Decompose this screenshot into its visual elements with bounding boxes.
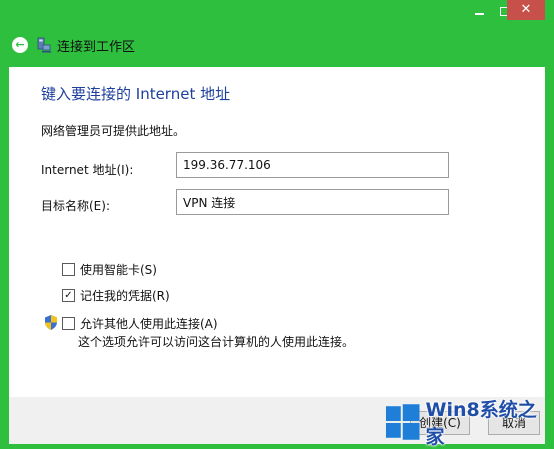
minimize-button[interactable]: [466, 0, 492, 22]
windows-logo-icon: [384, 403, 422, 441]
back-button[interactable]: ←: [12, 37, 28, 53]
allow-others-checkbox[interactable]: [62, 317, 75, 330]
dialog-window: ✕ ← 连接到工作区 键入要连接的 Internet 地址 网络管理员可提供此地…: [0, 0, 554, 444]
destination-name-input[interactable]: [176, 189, 449, 215]
remember-credentials-option[interactable]: ✓ 记住我的凭据(R): [62, 287, 170, 304]
close-icon: ✕: [521, 0, 532, 20]
internet-address-label: Internet 地址(I):: [41, 161, 133, 178]
watermark-text: Win8系统之家: [426, 395, 554, 449]
watermark: Win8系统之家: [384, 400, 554, 444]
destination-name-label: 目标名称(E):: [41, 197, 110, 214]
smart-card-label: 使用智能卡(S): [80, 261, 157, 278]
page-heading: 键入要连接的 Internet 地址: [41, 83, 230, 104]
allow-others-label: 允许其他人使用此连接(A): [80, 315, 218, 332]
window-title: 连接到工作区: [57, 36, 135, 55]
back-arrow-icon: ←: [15, 37, 24, 53]
minimize-icon: [475, 13, 484, 15]
internet-address-input[interactable]: [176, 152, 449, 178]
smart-card-option[interactable]: 使用智能卡(S): [62, 261, 157, 278]
content-panel: 键入要连接的 Internet 地址 网络管理员可提供此地址。 Internet…: [9, 67, 545, 397]
remember-credentials-label: 记住我的凭据(R): [80, 287, 170, 304]
allow-others-note: 这个选项允许可以访问这台计算机的人使用此连接。: [78, 333, 354, 350]
allow-others-option[interactable]: 允许其他人使用此连接(A): [62, 315, 218, 332]
network-icon: [37, 36, 51, 54]
remember-credentials-checkbox[interactable]: ✓: [62, 289, 75, 302]
page-description: 网络管理员可提供此地址。: [41, 122, 185, 139]
smart-card-checkbox[interactable]: [62, 263, 75, 276]
checkmark-icon: ✓: [64, 290, 72, 301]
uac-shield-icon: [44, 315, 58, 330]
close-button[interactable]: ✕: [507, 0, 545, 20]
